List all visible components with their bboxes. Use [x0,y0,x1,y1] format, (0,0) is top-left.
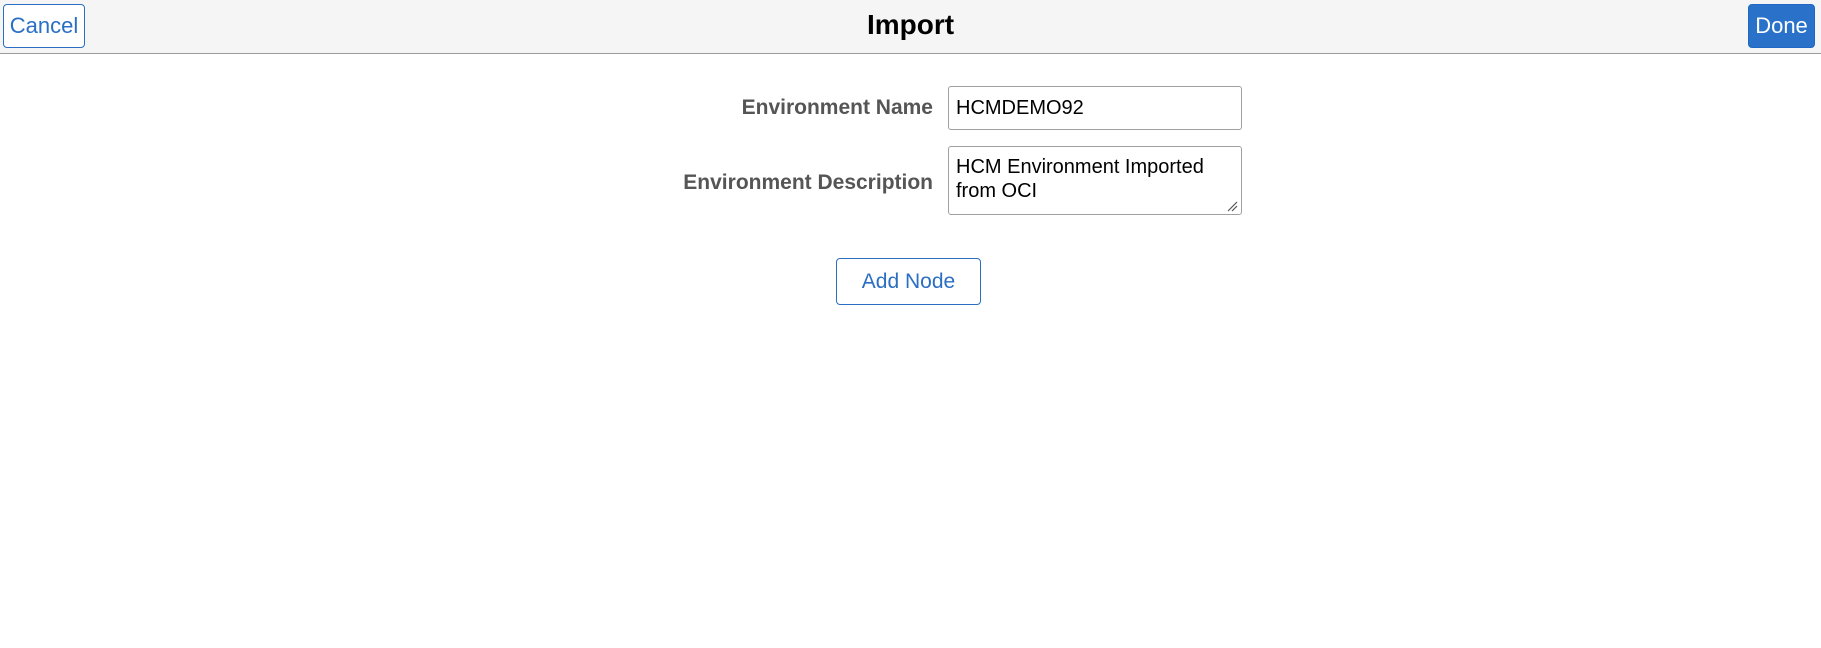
environment-description-textarea[interactable]: HCM Environment Imported from OCI [948,146,1242,215]
header-bar: Cancel Import Done [0,0,1821,54]
import-page: Cancel Import Done Environment Name Envi… [0,0,1821,648]
page-title: Import [866,9,955,40]
environment-name-input[interactable] [948,86,1242,130]
environment-name-label: Environment Name [741,96,933,119]
cancel-button[interactable]: Cancel [3,4,85,48]
done-button[interactable]: Done [1748,4,1815,48]
add-node-button[interactable]: Add Node [836,258,981,305]
environment-description-label: Environment Description [683,171,933,194]
